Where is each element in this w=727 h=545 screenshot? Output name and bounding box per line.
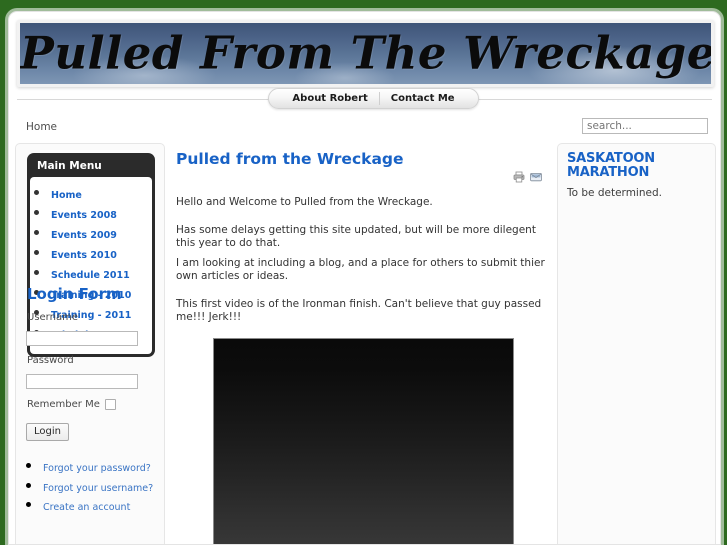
list-item: Events 2008 — [51, 203, 148, 223]
topnav-pill: About Robert Contact Me — [268, 88, 479, 109]
top-navigation: About Robert Contact Me — [9, 88, 720, 110]
banner-image: Pulled From The Wreckage — [20, 23, 711, 84]
email-icon[interactable] — [530, 171, 542, 185]
left-sidebar: Main Menu Home Events 2008 Events 2009 E… — [15, 143, 165, 544]
list-item: Home — [51, 183, 148, 203]
create-account-link[interactable]: Create an account — [43, 502, 130, 513]
remember-me-checkbox[interactable] — [104, 399, 116, 410]
site-banner: Pulled From The Wreckage — [17, 20, 714, 87]
list-item: Create an account — [43, 495, 162, 514]
breadcrumb-search-bar: Home — [9, 116, 720, 144]
article-paragraph: Has some delays getting this site update… — [176, 223, 536, 250]
forgot-username-link[interactable]: Forgot your username? — [43, 483, 153, 494]
password-field[interactable] — [26, 374, 138, 389]
login-button[interactable]: Login — [26, 423, 69, 441]
banner-title: Pulled From The Wreckage — [20, 25, 711, 79]
sidebar-item-home[interactable]: Home — [51, 190, 82, 203]
username-label: Username — [27, 312, 78, 323]
list-item: Forgot your username? — [43, 476, 162, 495]
right-sidebar: SASKATOON MARATHON To be determined. — [557, 143, 716, 544]
login-form-module: Login Form Username Password Remember Me… — [26, 285, 162, 515]
sidebar-item-schedule-2011[interactable]: Schedule 2011 — [51, 270, 130, 283]
page-root: Pulled From The Wreckage About Robert Co… — [0, 0, 727, 545]
right-sidebar-title: SASKATOON MARATHON — [567, 151, 655, 180]
remember-me-label: Remember Me — [27, 399, 100, 410]
article-paragraph: This first video is of the Ironman finis… — [176, 297, 542, 324]
username-field[interactable] — [26, 331, 138, 346]
remember-me-row: Remember Me — [27, 399, 162, 410]
list-item: Forgot your password? — [43, 456, 162, 475]
content-columns: Main Menu Home Events 2008 Events 2009 E… — [9, 143, 720, 544]
password-label: Password — [27, 355, 74, 366]
main-menu-header: Main Menu — [37, 160, 102, 172]
article-paragraph: I am looking at including a blog, and a … — [176, 256, 545, 283]
forgot-password-link[interactable]: Forgot your password? — [43, 463, 151, 474]
list-item: Events 2010 — [51, 243, 148, 263]
sidebar-item-events-2009[interactable]: Events 2009 — [51, 230, 117, 243]
page-title: Pulled from the Wreckage — [176, 150, 404, 168]
breadcrumb[interactable]: Home — [26, 121, 57, 133]
article-paragraph: Hello and Welcome to Pulled from the Wre… — [176, 196, 433, 208]
list-item: Events 2009 — [51, 223, 148, 243]
right-sidebar-text: To be determined. — [567, 187, 662, 199]
topnav-item-contact-me[interactable]: Contact Me — [380, 89, 466, 108]
article-action-icons — [176, 171, 542, 185]
print-icon[interactable] — [513, 171, 525, 185]
sidebar-item-events-2008[interactable]: Events 2008 — [51, 210, 117, 223]
login-form-title: Login Form — [27, 285, 122, 303]
search-input[interactable] — [582, 118, 708, 134]
video-player[interactable]: Dim lights Download Embed <object type="… — [213, 337, 514, 544]
list-item: Schedule 2011 — [51, 263, 148, 283]
site-shell: Pulled From The Wreckage About Robert Co… — [8, 11, 721, 545]
sidebar-item-events-2010[interactable]: Events 2010 — [51, 250, 117, 263]
main-content: Pulled from the Wreckage Hello and Welco… — [167, 143, 554, 544]
topnav-item-about-robert[interactable]: About Robert — [281, 89, 378, 108]
login-help-links: Forgot your password? Forgot your userna… — [26, 456, 162, 514]
